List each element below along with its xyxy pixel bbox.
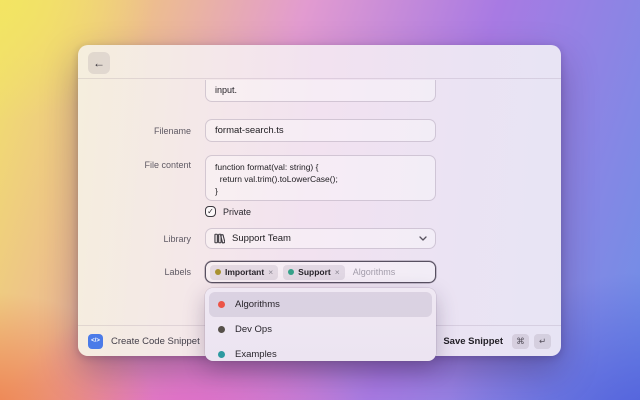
back-button[interactable]: ← xyxy=(88,52,110,74)
filename-input[interactable]: format-search.ts xyxy=(205,119,436,142)
library-label: Library xyxy=(163,234,191,244)
code-snippet-icon: </> xyxy=(88,333,103,349)
private-checkbox[interactable]: ✓ xyxy=(205,206,216,217)
save-snippet-button[interactable]: Save Snippet xyxy=(443,336,503,347)
command-key-icon: ⌘ xyxy=(512,333,529,349)
return-key-icon: ↵ xyxy=(534,333,551,349)
description-textarea[interactable]: input. xyxy=(205,80,436,102)
library-icon xyxy=(214,233,225,244)
tag-label: Support xyxy=(298,267,331,277)
file-content-textarea[interactable]: function format(val: string) { return va… xyxy=(205,155,436,201)
dropdown-item-examples[interactable]: Examples xyxy=(209,342,432,361)
dropdown-item-dev-ops[interactable]: Dev Ops xyxy=(209,317,432,342)
remove-tag-icon[interactable]: × xyxy=(335,267,340,277)
tag-color-dot xyxy=(288,269,295,275)
label-color-dot xyxy=(218,351,225,358)
description-text: input. xyxy=(215,85,238,95)
filename-value: format-search.ts xyxy=(215,125,284,136)
file-content-code: function format(val: string) { return va… xyxy=(215,162,338,196)
tag-support[interactable]: Support × xyxy=(283,264,345,280)
tag-color-dot xyxy=(215,269,221,275)
filename-label: Filename xyxy=(153,126,191,136)
tag-label: Important xyxy=(225,267,265,277)
labels-label: Labels xyxy=(164,267,191,277)
dropdown-item-label: Examples xyxy=(235,349,277,360)
dropdown-item-algorithms[interactable]: Algorithms xyxy=(209,292,432,317)
private-checkbox-label[interactable]: Private xyxy=(223,206,251,218)
labels-dropdown: Algorithms Dev Ops Examples xyxy=(205,288,436,361)
label-color-dot xyxy=(218,301,225,308)
app-chip: </> Create Code Snippet xyxy=(88,333,200,349)
chevron-down-icon xyxy=(419,236,427,241)
library-value: Support Team xyxy=(232,233,291,244)
remove-tag-icon[interactable]: × xyxy=(268,267,273,277)
file-content-label: File content xyxy=(144,160,191,170)
desktop-background: ← input. Filename format-search.ts File … xyxy=(0,0,640,400)
dropdown-item-label: Algorithms xyxy=(235,299,280,310)
window-header: ← xyxy=(78,45,561,79)
save-action[interactable]: Save Snippet ⌘ ↵ xyxy=(443,333,551,349)
dropdown-item-label: Dev Ops xyxy=(235,324,272,335)
library-select[interactable]: Support Team xyxy=(205,228,436,249)
labels-typed-text: Algorithms xyxy=(352,267,396,277)
tag-important[interactable]: Important × xyxy=(210,264,279,280)
labels-input[interactable]: Important × Support × Algorithms xyxy=(205,261,436,283)
command-title: Create Code Snippet xyxy=(111,335,200,347)
label-color-dot xyxy=(218,326,225,333)
